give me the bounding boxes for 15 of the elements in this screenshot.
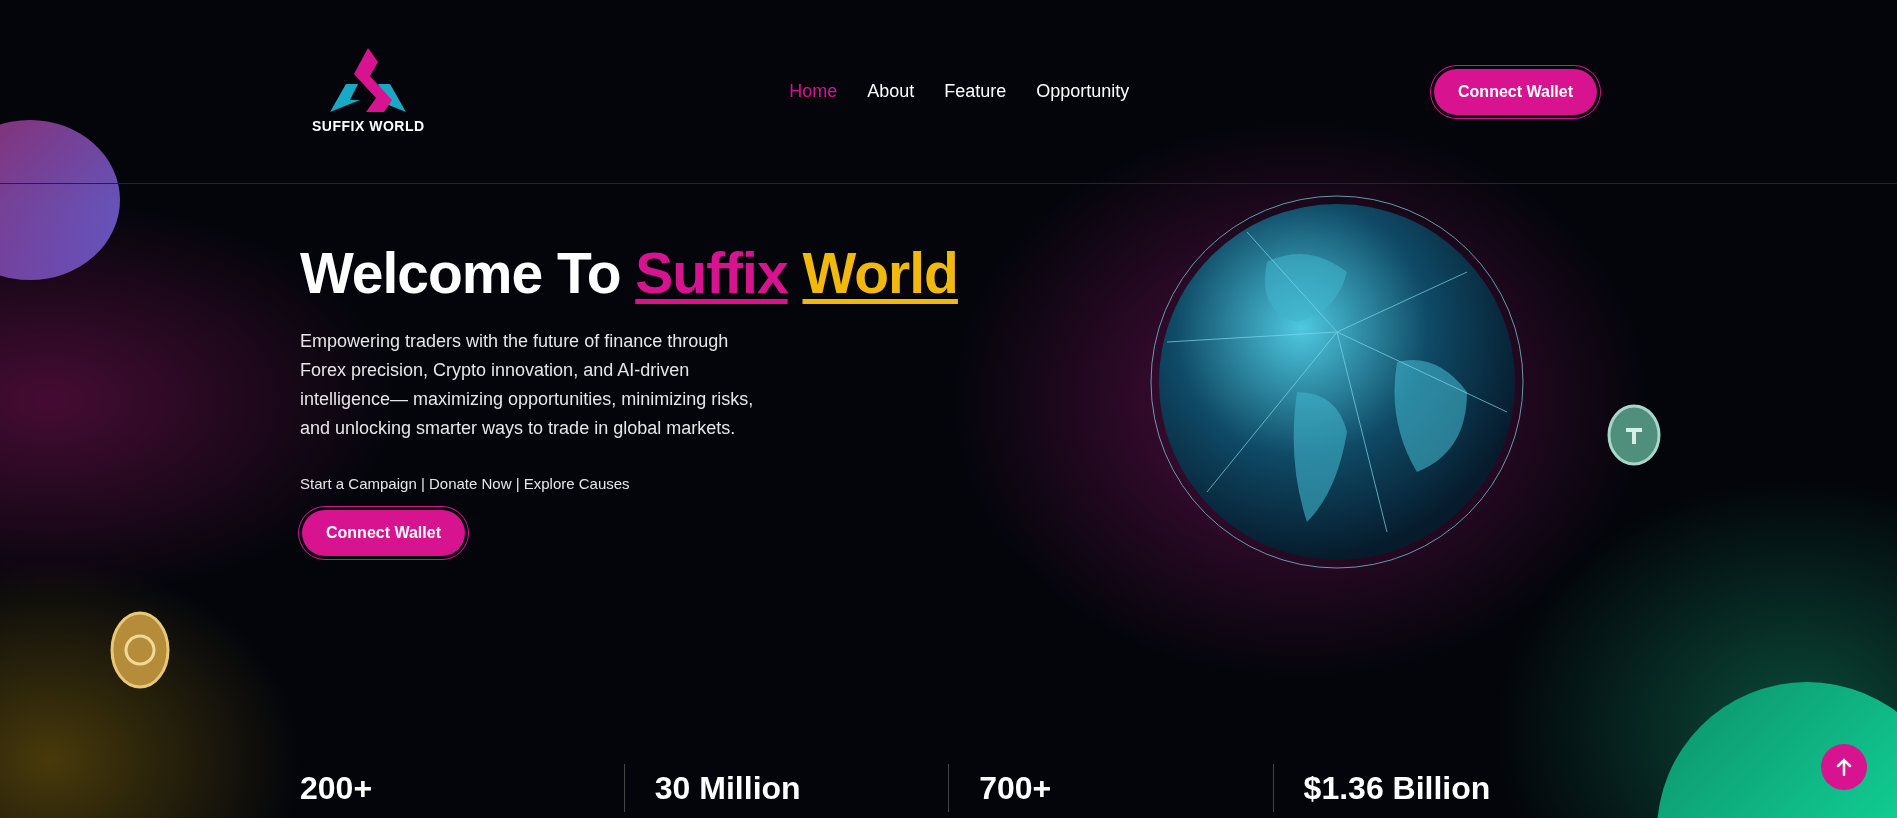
stat-value: 700+ [948,764,1273,812]
logo-icon [328,46,409,114]
nav-link-item[interactable]: Opportunity [1021,78,1145,105]
arrow-up-icon [1836,758,1852,776]
stat-value: 30 Million [623,764,949,812]
nav-link-item[interactable]: Feature [929,78,1022,105]
coin-drawing [1606,404,1662,466]
hero-title: Welcome To Suffix World [300,240,959,307]
nav-link-item[interactable]: About [852,78,930,105]
stat-value: 200+ [300,769,374,808]
logo-text: SUFFIX WORLD [312,117,425,136]
nav-link-item[interactable]: Home [774,78,853,105]
stat-value: $1.36 Billion [1272,764,1597,812]
hero-description: Empowering traders with the future of finance through Forex precision, Crypto innovation, and AI-driven intelligence— maximizing opportunities, minimizing risks, and unlocking smarter ways to trade in global markets. [300,330,755,441]
hero-links: Start a Campaign | Donate Now | Explore Causes [300,474,631,495]
